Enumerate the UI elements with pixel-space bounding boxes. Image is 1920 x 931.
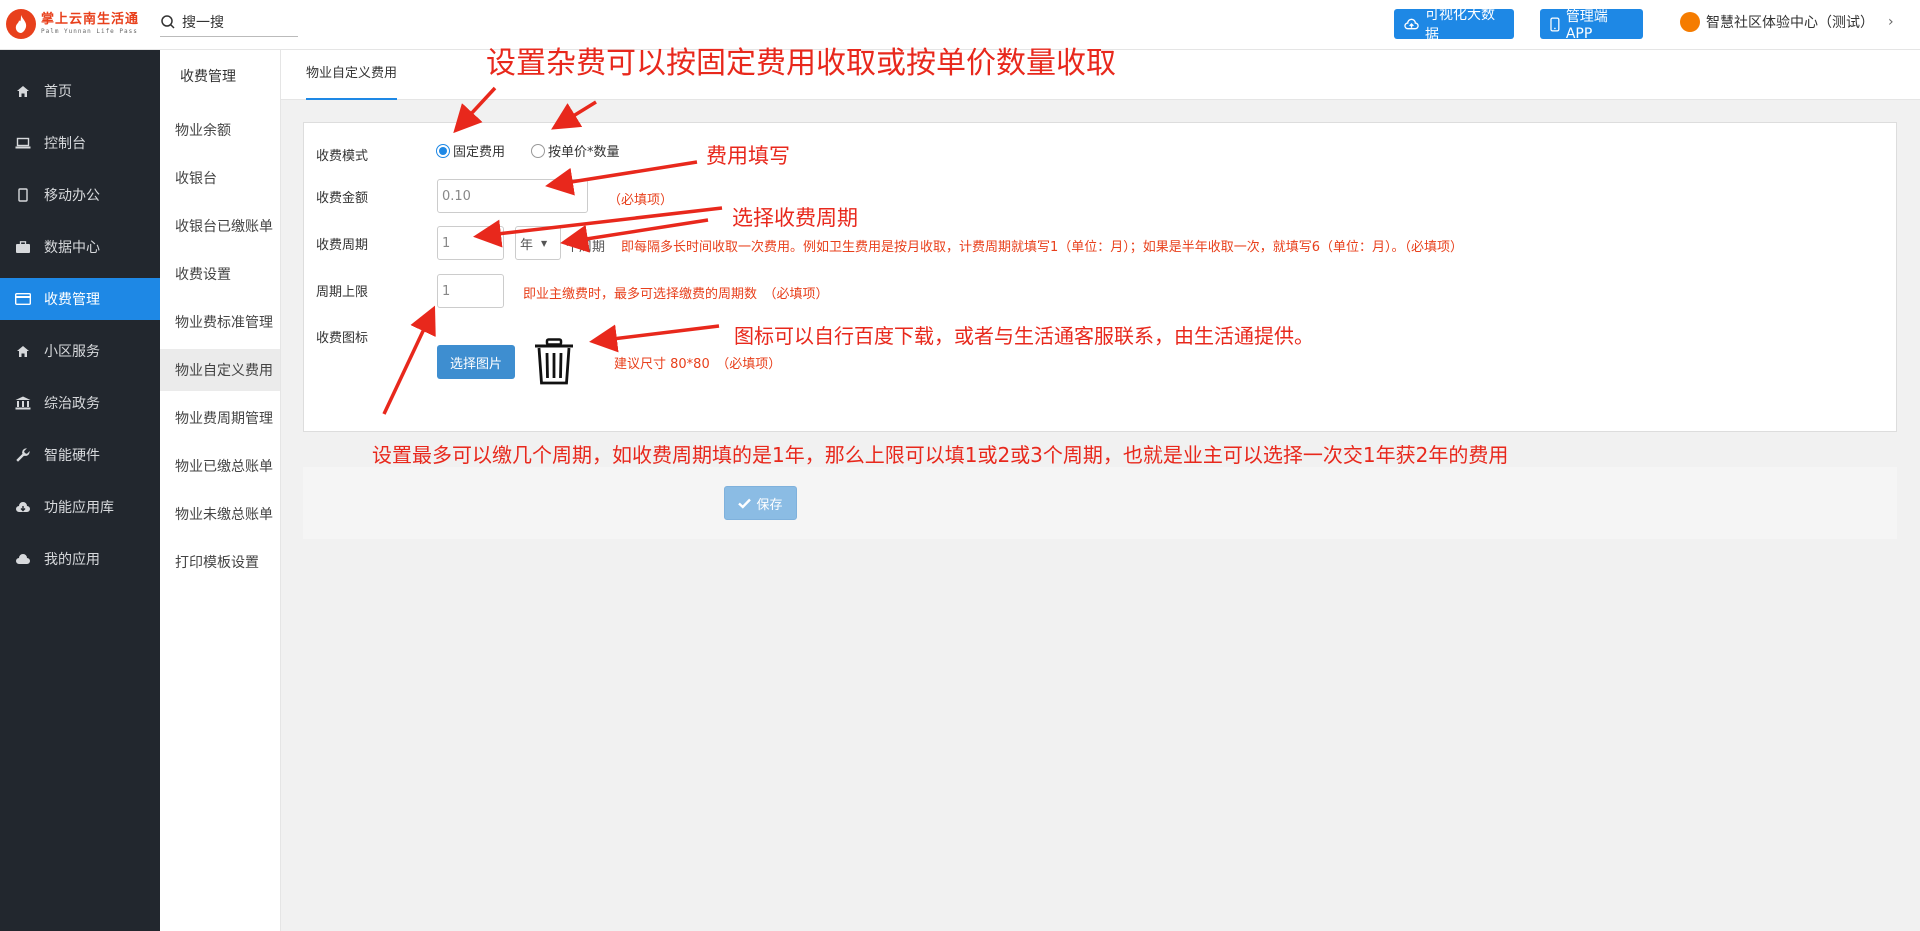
form-actions	[303, 467, 1897, 539]
period-hint: 即每隔多长时间收取一次费用。例如卫生费用是按月收取，计费周期就填写1（单位：月）…	[621, 240, 1464, 255]
tab-custom-fee[interactable]: 物业自定义费用	[306, 50, 398, 100]
mobile-icon	[15, 188, 31, 202]
sidebar-item-app-library[interactable]: 功能应用库	[0, 486, 160, 528]
sidebar-item-governance[interactable]: 综治政务	[0, 382, 160, 424]
cloud-icon	[15, 553, 31, 565]
period-unit-select[interactable]: 年 ▼	[515, 226, 561, 260]
home-icon	[15, 85, 31, 98]
credit-card-icon	[15, 293, 31, 305]
trash-icon[interactable]	[532, 338, 576, 390]
sidebar-item-console[interactable]: 控制台	[0, 122, 160, 164]
sidebar-item-label: 我的应用	[44, 552, 100, 568]
limit-input[interactable]: 1	[437, 274, 504, 308]
annotation-mode: 设置杂费可以按固定费用收取或按单价数量收取	[486, 46, 1116, 81]
subnav-item[interactable]: 打印模板设置	[160, 541, 280, 583]
sidebar-item-label: 小区服务	[44, 344, 100, 360]
sidebar-item-my-apps[interactable]: 我的应用	[0, 538, 160, 580]
subnav-item-active[interactable]: 物业自定义费用	[160, 349, 280, 391]
amount-hint: （必填项）	[608, 193, 674, 208]
brand-logo[interactable]: 掌上云南生活通 Palm Yunnan Life Pass	[6, 9, 139, 39]
sidebar-item-home[interactable]: 首页	[0, 70, 160, 112]
sidebar-item-smart-hardware[interactable]: 智能硬件	[0, 434, 160, 476]
mode-label: 收费模式	[316, 149, 369, 164]
user-menu[interactable]: 智慧社区体验中心（测试） ›	[1680, 12, 1894, 32]
sidebar-item-label: 收费管理	[44, 292, 100, 308]
select-image-button[interactable]: 选择图片	[437, 345, 515, 379]
briefcase-icon	[15, 240, 31, 254]
search-icon	[161, 15, 175, 29]
period-unit-value: 年	[520, 237, 534, 253]
bigdata-label: 可视化大数据	[1425, 7, 1496, 43]
save-button[interactable]: 保存	[724, 486, 797, 520]
icon-hint: 建议尺寸 80*80 （必填项）	[614, 357, 782, 372]
mode-fixed-radio[interactable]: 固定费用	[436, 141, 505, 160]
save-label: 保存	[756, 497, 783, 513]
avatar	[1680, 12, 1700, 32]
cloud-download-icon	[15, 501, 31, 514]
mode-option-label: 固定费用	[453, 145, 506, 160]
sidebar-item-label: 综治政务	[44, 396, 100, 412]
icon-label: 收费图标	[316, 331, 369, 346]
mobile-icon	[1550, 16, 1560, 32]
caret-down-icon: ▼	[541, 238, 548, 248]
limit-hint: 即业主缴费时，最多可选择缴费的周期数 （必填项）	[523, 287, 829, 302]
subnav-item[interactable]: 收费设置	[160, 253, 280, 295]
subnav-item[interactable]: 物业费标准管理	[160, 301, 280, 343]
limit-label: 周期上限	[316, 285, 369, 300]
search-box[interactable]: 搜一搜	[160, 8, 298, 37]
search-input[interactable]: 搜一搜	[182, 12, 224, 32]
period-input[interactable]: 1	[437, 226, 504, 260]
sidebar-item-label: 智能硬件	[44, 448, 100, 464]
mode-unitprice-radio[interactable]: 按单价*数量	[531, 141, 620, 160]
logo-title: 掌上云南生活通	[41, 12, 140, 27]
mode-option-label: 按单价*数量	[548, 145, 620, 160]
check-icon	[738, 498, 752, 509]
period-suffix: 个周期	[566, 240, 606, 255]
sidebar-item-community-service[interactable]: 小区服务	[0, 330, 160, 372]
logo-subtitle: Palm Yunnan Life Pass	[41, 28, 138, 35]
logo-flame-icon	[6, 9, 36, 39]
sidebar-item-data-center[interactable]: 数据中心	[0, 226, 160, 268]
sidebar-item-mobile-office[interactable]: 移动办公	[0, 174, 160, 216]
laptop-icon	[15, 137, 31, 149]
amount-label: 收费金额	[316, 191, 369, 206]
sidebar-item-label: 首页	[44, 84, 72, 100]
home-icon	[15, 345, 31, 358]
sidebar-item-label: 数据中心	[44, 240, 100, 256]
period-label: 收费周期	[316, 238, 369, 253]
user-name: 智慧社区体验中心（测试）	[1706, 15, 1874, 31]
admin-app-label: 管理端APP	[1565, 9, 1608, 42]
sidebar-item-billing[interactable]: 收费管理	[0, 278, 160, 320]
annotation-period: 选择收费周期	[732, 206, 858, 230]
annotation-limit: 设置最多可以缴几个周期，如收费周期填的是1年，那么上限可以填1或2或3个周期，也…	[372, 443, 1509, 467]
annotation-icon: 图标可以自行百度下载，或者与生活通客服联系，由生活通提供。	[734, 324, 1314, 348]
amount-input[interactable]: 0.10	[437, 179, 588, 213]
main-sidebar: 首页 控制台 移动办公 数据中心 收费管理 小区服务 综治政务 智能硬件 功能应…	[0, 50, 160, 931]
annotation-amount: 费用填写	[706, 144, 790, 168]
sidebar-item-label: 控制台	[44, 136, 86, 152]
subnav-item[interactable]: 物业未缴总账单	[160, 493, 280, 535]
subnav-item[interactable]: 收银台已缴账单	[160, 205, 280, 247]
subnav-item[interactable]: 物业余额	[160, 109, 280, 151]
bigdata-button[interactable]: 可视化大数据	[1394, 7, 1514, 43]
wrench-icon	[15, 448, 31, 462]
radio-checked-icon	[436, 143, 450, 158]
bank-icon	[15, 396, 31, 410]
chevron-right-icon: ›	[1888, 14, 1894, 30]
subnav-item[interactable]: 物业费周期管理	[160, 397, 280, 439]
sidebar-item-label: 移动办公	[44, 188, 100, 204]
subnav-title: 收费管理	[180, 69, 236, 85]
subnav-item[interactable]: 物业已缴总账单	[160, 445, 280, 487]
cloud-upload-icon	[1404, 18, 1419, 30]
radio-unchecked-icon	[531, 143, 545, 158]
sub-navigation: 收费管理 物业余额 收银台 收银台已缴账单 收费设置 物业费标准管理 物业自定义…	[160, 50, 281, 931]
sidebar-item-label: 功能应用库	[44, 500, 114, 516]
subnav-item[interactable]: 收银台	[160, 157, 280, 199]
admin-app-button[interactable]: 管理端APP	[1540, 9, 1643, 42]
